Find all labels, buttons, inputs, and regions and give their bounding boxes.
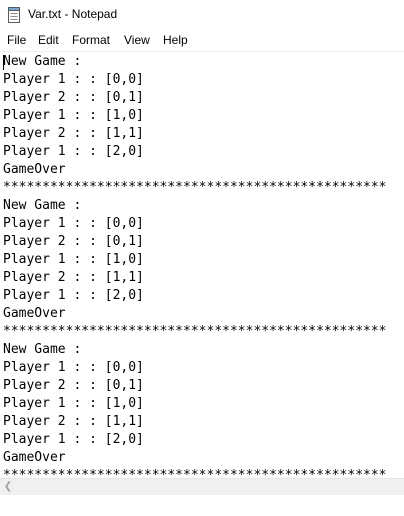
menu-format[interactable]: Format bbox=[72, 33, 110, 47]
text-line: Player 1 : : [2,0] bbox=[3, 288, 144, 303]
text-line: Player 1 : : [0,0] bbox=[3, 72, 144, 87]
text-line: Player 1 : : [0,0] bbox=[3, 360, 144, 375]
window-bottom bbox=[0, 495, 404, 516]
text-line: Player 2 : : [0,1] bbox=[3, 378, 144, 393]
text-line: Player 2 : : [0,1] bbox=[3, 90, 144, 105]
text-caret bbox=[3, 55, 4, 70]
text-line: ****************************************… bbox=[3, 468, 387, 477]
text-line: Player 1 : : [2,0] bbox=[3, 432, 144, 447]
text-content[interactable]: New Game : Player 1 : : [0,0] Player 2 : :… bbox=[3, 53, 387, 477]
text-line: GameOver bbox=[3, 162, 66, 177]
title-bar[interactable]: Var.txt - Notepad bbox=[0, 0, 404, 30]
text-line: Player 1 : : [1,0] bbox=[3, 108, 144, 123]
menu-view[interactable]: View bbox=[124, 33, 150, 47]
text-editor[interactable]: New Game : Player 1 : : [0,0] Player 2 : :… bbox=[0, 51, 404, 477]
chevron-left-icon[interactable]: ❮ bbox=[2, 480, 14, 494]
text-line: Player 2 : : [0,1] bbox=[3, 234, 144, 249]
text-line: Player 2 : : [1,1] bbox=[3, 126, 144, 141]
text-line: ****************************************… bbox=[3, 324, 387, 339]
text-line: Player 1 : : [2,0] bbox=[3, 144, 144, 159]
text-line: Player 1 : : [1,0] bbox=[3, 252, 144, 267]
window-title: Var.txt - Notepad bbox=[28, 7, 118, 21]
menu-edit[interactable]: Edit bbox=[38, 33, 59, 47]
text-line: New Game : bbox=[3, 54, 82, 69]
menu-bar: File Edit Format View Help bbox=[0, 31, 404, 51]
text-line: New Game : bbox=[3, 342, 82, 357]
notepad-icon bbox=[8, 7, 21, 23]
text-line: Player 2 : : [1,1] bbox=[3, 414, 144, 429]
text-line: New Game : bbox=[3, 198, 82, 213]
text-line: Player 1 : : [0,0] bbox=[3, 216, 144, 231]
text-line: Player 2 : : [1,1] bbox=[3, 270, 144, 285]
text-line: GameOver bbox=[3, 450, 66, 465]
text-line: Player 1 : : [1,0] bbox=[3, 396, 144, 411]
text-line: GameOver bbox=[3, 306, 66, 321]
notepad-window: Var.txt - Notepad File Edit Format View … bbox=[0, 0, 404, 516]
menu-help[interactable]: Help bbox=[163, 33, 188, 47]
horizontal-scrollbar[interactable]: ❮ bbox=[0, 478, 404, 495]
text-line: ****************************************… bbox=[3, 180, 387, 195]
menu-file[interactable]: File bbox=[7, 33, 26, 47]
